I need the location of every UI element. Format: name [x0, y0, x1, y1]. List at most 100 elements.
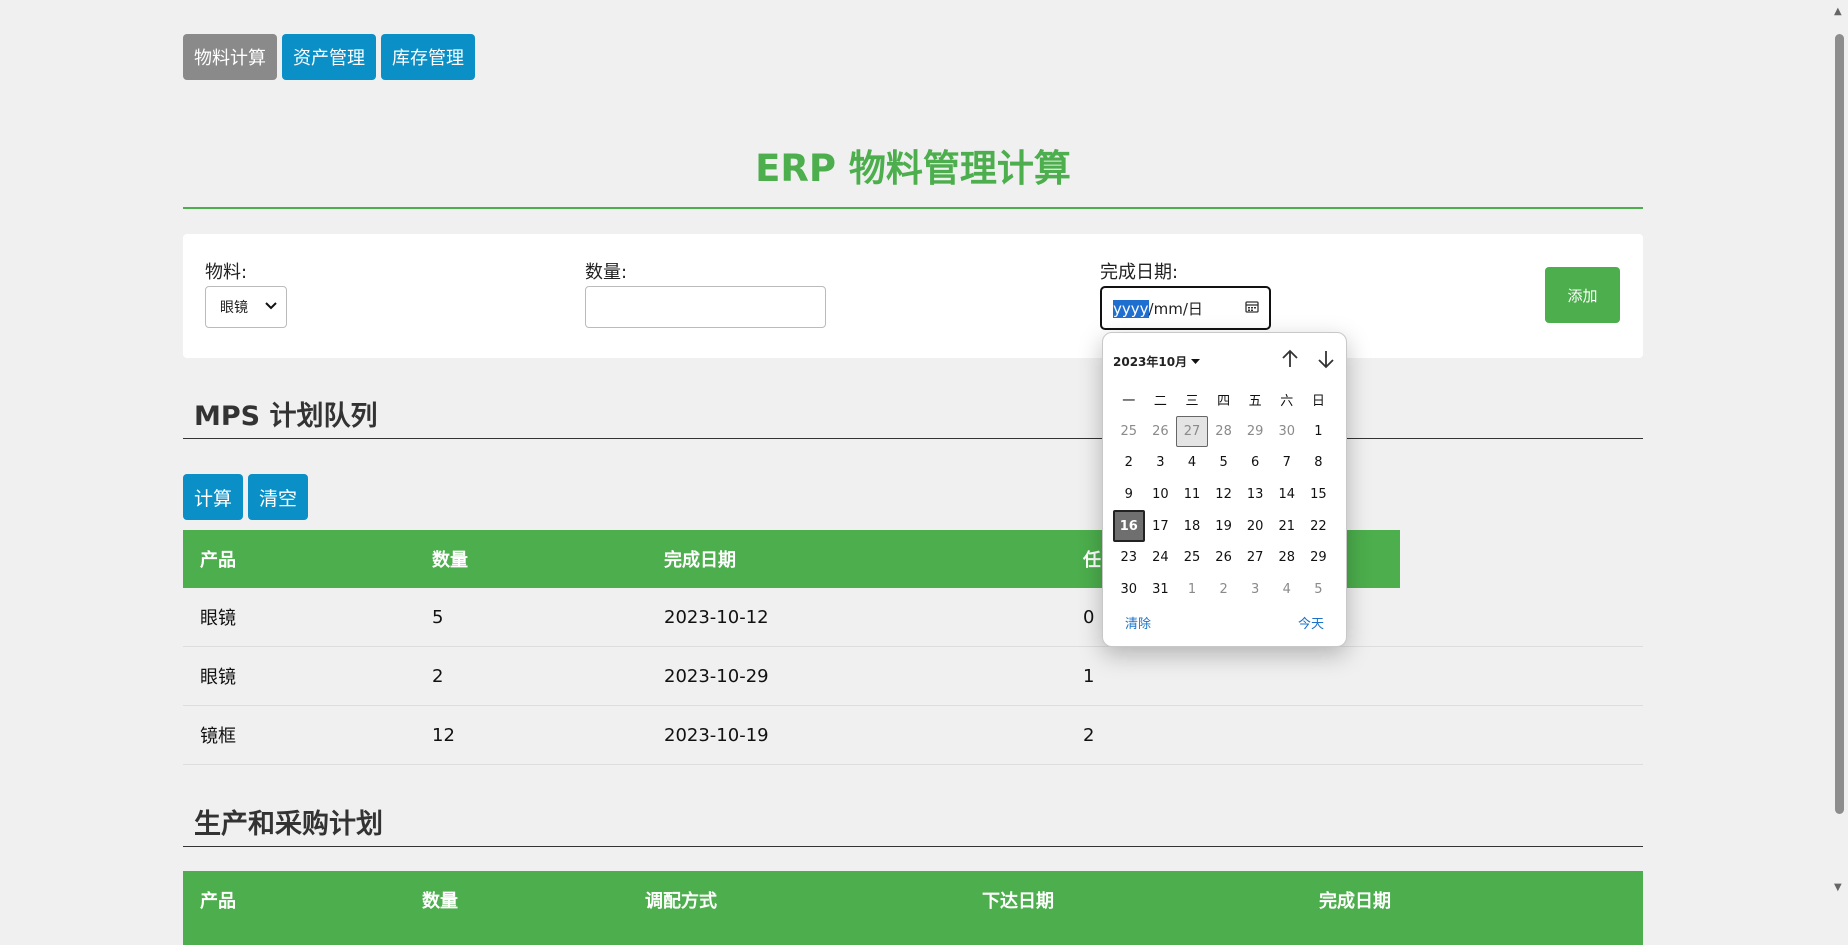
- table-cell: 1: [1066, 646, 1643, 706]
- calendar-day[interactable]: 5: [1208, 447, 1240, 479]
- calendar-day[interactable]: 30: [1113, 574, 1145, 606]
- calendar-day[interactable]: 25: [1176, 542, 1208, 574]
- calendar-day[interactable]: 27: [1239, 542, 1271, 574]
- mps-table: 产品 数量 完成日期 任 眼镜 5 2023-10-12 0 眼镜 2 2023…: [183, 530, 1643, 765]
- plan-col-product: 产品: [183, 871, 405, 945]
- page-scrollbar[interactable]: ▲ ▼: [1831, 0, 1848, 897]
- date-month-segment[interactable]: mm: [1154, 300, 1183, 318]
- nav-asset-management-button[interactable]: 资产管理: [282, 34, 376, 80]
- calendar-day[interactable]: 18: [1176, 510, 1208, 542]
- nav-material-calc-button[interactable]: 物料计算: [183, 34, 277, 80]
- plan-col-quantity: 数量: [405, 871, 628, 945]
- month-year-label: 2023年10月: [1113, 354, 1188, 369]
- mps-col-quantity: 数量: [415, 530, 647, 588]
- month-year-selector[interactable]: 2023年10月: [1113, 353, 1201, 370]
- calendar-day[interactable]: 22: [1303, 510, 1335, 542]
- table-cell: 12: [415, 705, 647, 765]
- calendar-day[interactable]: 2: [1113, 447, 1145, 479]
- quantity-group: 数量:: [585, 258, 826, 328]
- material-select[interactable]: 眼镜: [205, 286, 287, 328]
- calendar-day[interactable]: 14: [1271, 479, 1303, 511]
- calendar-day[interactable]: 27: [1176, 415, 1208, 448]
- plan-table: 产品 数量 调配方式 下达日期 完成日期: [183, 871, 1643, 945]
- plan-section-title: 生产和采购计划: [194, 809, 383, 840]
- weekday-label: 三: [1185, 394, 1199, 410]
- date-picker-popup[interactable]: 2023年10月 一 二 三 四 五 六 日 25 26 27 28 29 30…: [1102, 332, 1347, 647]
- weekday-label: 二: [1153, 394, 1167, 410]
- chevron-down-icon: [264, 299, 278, 315]
- plan-header-row: 产品 数量 调配方式 下达日期 完成日期: [183, 871, 1643, 945]
- calendar-day[interactable]: 20: [1239, 510, 1271, 542]
- calendar-day[interactable]: 29: [1303, 542, 1335, 574]
- calendar-clear-button[interactable]: 清除: [1125, 613, 1151, 632]
- date-day-segment[interactable]: 日: [1188, 300, 1203, 318]
- calendar-day[interactable]: 26: [1145, 416, 1177, 448]
- calendar-day[interactable]: 30: [1271, 416, 1303, 448]
- calendar-day[interactable]: 24: [1145, 542, 1177, 574]
- mps-col-product: 产品: [183, 530, 415, 588]
- scroll-down-icon[interactable]: ▼: [1834, 882, 1842, 893]
- table-cell: 镜框: [183, 705, 415, 765]
- weekday-label: 四: [1217, 394, 1231, 410]
- table-cell: 2023-10-19: [647, 705, 1066, 765]
- calendar-day[interactable]: 13: [1239, 479, 1271, 511]
- calendar-day[interactable]: 1: [1176, 574, 1208, 606]
- nav-inventory-management-button[interactable]: 库存管理: [381, 34, 475, 80]
- month-nav: [1280, 349, 1336, 374]
- calendar-day[interactable]: 28: [1271, 542, 1303, 574]
- caret-down-icon: [1191, 354, 1201, 368]
- material-label: 物料:: [205, 262, 248, 283]
- quantity-input[interactable]: [585, 286, 826, 328]
- calendar-day[interactable]: 21: [1271, 510, 1303, 542]
- calendar-day[interactable]: 4: [1271, 574, 1303, 606]
- calendar-day[interactable]: 7: [1271, 447, 1303, 479]
- mps-header-row: 产品 数量 完成日期 任: [183, 530, 1643, 588]
- calendar-day[interactable]: 9: [1113, 479, 1145, 511]
- date-year-segment[interactable]: yyyy: [1113, 299, 1149, 318]
- weekday-label: 六: [1280, 394, 1294, 410]
- calendar-day[interactable]: 10: [1145, 479, 1177, 511]
- table-cell: 眼镜: [183, 646, 415, 706]
- calendar-day[interactable]: 29: [1239, 416, 1271, 448]
- table-cell: 2023-10-29: [647, 646, 1066, 706]
- calendar-day[interactable]: 28: [1208, 416, 1240, 448]
- calendar-day-today[interactable]: 16: [1113, 510, 1145, 542]
- calendar-day[interactable]: 1: [1303, 416, 1335, 448]
- calendar-today-button[interactable]: 今天: [1298, 613, 1324, 632]
- calculate-button[interactable]: 计算: [183, 474, 244, 520]
- calendar-day[interactable]: 23: [1113, 542, 1145, 574]
- calendar-day[interactable]: 19: [1208, 510, 1240, 542]
- scrollbar-thumb[interactable]: [1835, 34, 1844, 814]
- calendar-day[interactable]: 12: [1208, 479, 1240, 511]
- arrow-up-icon[interactable]: [1280, 349, 1300, 374]
- calendar-day[interactable]: 8: [1303, 447, 1335, 479]
- calendar-day[interactable]: 4: [1176, 447, 1208, 479]
- quantity-label: 数量:: [585, 262, 628, 283]
- scroll-up-icon[interactable]: ▲: [1834, 6, 1842, 17]
- date-label: 完成日期:: [1100, 262, 1179, 283]
- table-cell: 5: [415, 588, 647, 647]
- arrow-down-icon[interactable]: [1316, 349, 1336, 374]
- add-button[interactable]: 添加: [1545, 267, 1620, 323]
- calendar-day[interactable]: 6: [1239, 447, 1271, 479]
- calendar-day[interactable]: 25: [1113, 416, 1145, 448]
- calendar-day[interactable]: 3: [1145, 447, 1177, 479]
- calendar-day[interactable]: 3: [1239, 574, 1271, 606]
- calendar-icon[interactable]: [1245, 299, 1259, 317]
- table-cell: 眼镜: [183, 588, 415, 647]
- completion-date-input[interactable]: yyyy/mm/日: [1100, 286, 1271, 330]
- calendar-day[interactable]: 31: [1145, 574, 1177, 606]
- calendar-day[interactable]: 5: [1303, 574, 1335, 606]
- weekday-label: 一: [1122, 394, 1136, 410]
- weekday-label: 五: [1248, 394, 1262, 410]
- date-value: yyyy/mm/日: [1113, 298, 1203, 319]
- calendar-day[interactable]: 15: [1303, 479, 1335, 511]
- calendar-day[interactable]: 11: [1176, 479, 1208, 511]
- calendar-day[interactable]: 26: [1208, 542, 1240, 574]
- calendar-day[interactable]: 2: [1208, 574, 1240, 606]
- material-group: 物料: 眼镜: [205, 258, 287, 328]
- date-group: 完成日期: yyyy/mm/日: [1100, 258, 1271, 330]
- clear-button[interactable]: 清空: [248, 474, 309, 520]
- calendar-day[interactable]: 17: [1145, 510, 1177, 542]
- table-row: 镜框 12 2023-10-19 2: [183, 705, 1643, 765]
